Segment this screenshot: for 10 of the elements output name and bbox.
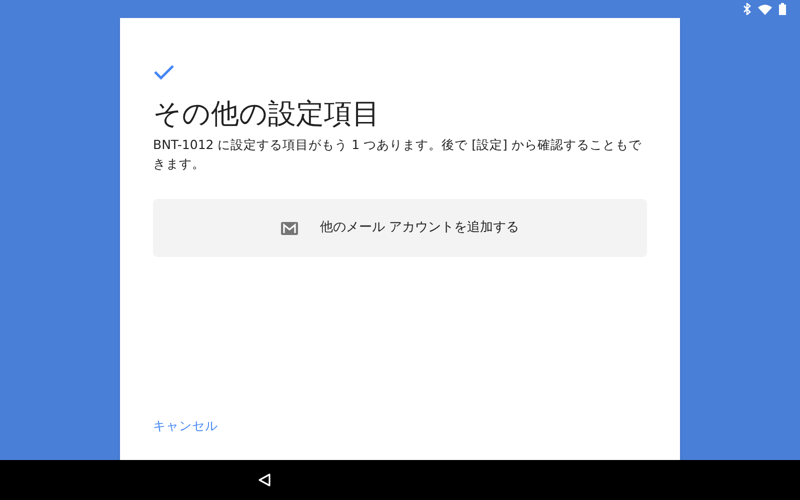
- check-icon: [153, 64, 175, 80]
- wifi-icon: [758, 4, 772, 14]
- dialog-title: その他の設定項目: [153, 97, 381, 131]
- mail-icon: [280, 222, 298, 234]
- bluetooth-icon: [743, 3, 751, 15]
- description-text: BNT-1012 に設定する項目がもう 1 つあります。後で [設定] から確認することもできます。: [153, 136, 642, 173]
- cancel-button[interactable]: キャンセル: [153, 417, 218, 436]
- battery-icon: [779, 3, 786, 15]
- back-icon[interactable]: [258, 473, 271, 487]
- add-account-option[interactable]: 他のメール アカウントを追加する: [153, 199, 647, 257]
